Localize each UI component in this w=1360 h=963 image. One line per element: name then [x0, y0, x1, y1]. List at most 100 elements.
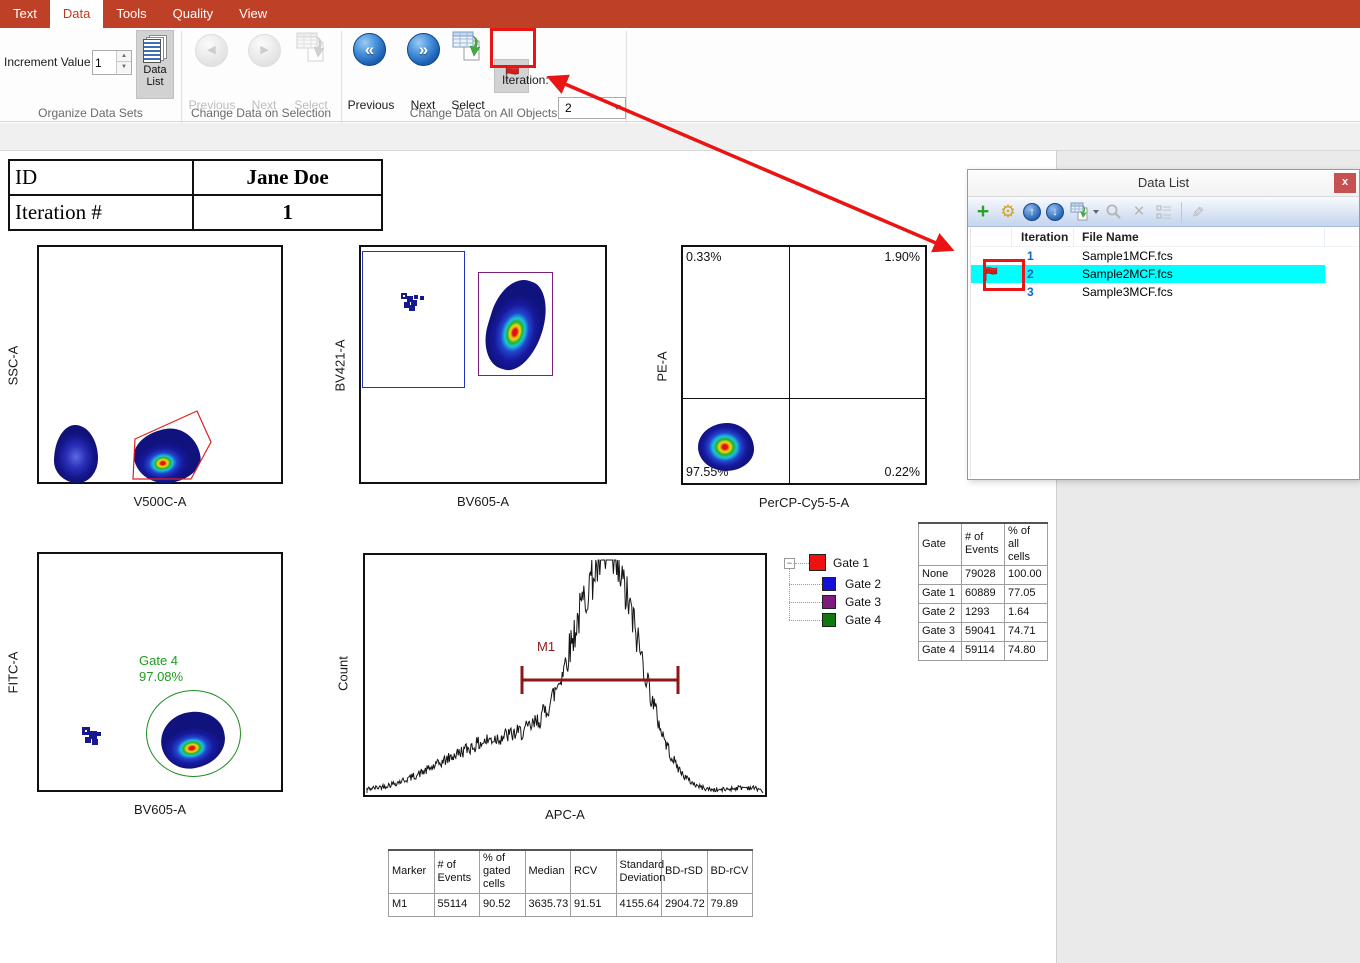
next-selection-button-disabled: ▶	[248, 34, 281, 67]
tab-quality[interactable]: Quality	[160, 0, 226, 28]
gate-statistics-table: Gate# of Events% of all cells None790281…	[918, 522, 1048, 661]
gate-legend-label: Gate 2	[845, 577, 881, 591]
tab-data[interactable]: Data	[50, 0, 103, 28]
previous-all-button[interactable]: «	[353, 33, 386, 66]
table-row: Gate 16088977.05	[919, 584, 1048, 603]
data-list-row[interactable]: 1Sample1MCF.fcs	[971, 247, 1359, 265]
previous-selection-button-disabled: ◀	[195, 34, 228, 67]
marker-statistics-table: Marker# of Events% of gated cellsMedianR…	[388, 849, 753, 917]
increment-value-label: Increment Value	[4, 55, 91, 69]
info-iteration-value: 1	[193, 195, 382, 230]
id-info-table: ID Jane Doe Iteration # 1	[8, 159, 383, 231]
data-list-window: Data List x + ⚙ ↑ ↓ ×	[967, 169, 1360, 480]
table-row: M15511490.523635.7391.514155.642904.7279…	[389, 893, 753, 916]
ribbon-canvas-gap	[0, 123, 1360, 151]
quadrant-divider-vertical[interactable]	[789, 247, 790, 483]
column-header: BD-rSD	[662, 850, 708, 893]
data-list-title: Data List	[968, 175, 1359, 190]
filename-column-header[interactable]: File Name	[1074, 228, 1325, 246]
plot-bv421-bv605[interactable]	[359, 245, 607, 484]
sparse-population-dots	[85, 730, 87, 732]
data-list-row[interactable]: 3Sample3MCF.fcs	[971, 283, 1359, 301]
column-header: # of Events	[962, 523, 1005, 565]
iteration-label: Iteration:	[502, 73, 549, 87]
group-label-organize: Organize Data Sets	[0, 106, 181, 120]
tab-tools[interactable]: Tools	[103, 0, 159, 28]
plot-pe-percp[interactable]: 0.33% 1.90% 97.55% 0.22%	[681, 245, 927, 485]
data-list-row[interactable]: 2Sample2MCF.fcs	[971, 265, 1359, 283]
add-icon[interactable]: +	[973, 202, 993, 222]
sparse-population-dots	[403, 295, 405, 297]
tree-line	[795, 563, 809, 564]
gate-color-swatch[interactable]	[822, 613, 836, 627]
column-header: # of Events	[434, 850, 480, 893]
table-cell: 100.00	[1005, 565, 1048, 584]
annotation-box-ribbon-flag	[490, 28, 536, 68]
data-list-header-row[interactable]: Iteration File Name	[971, 228, 1359, 247]
info-iteration-label: Iteration #	[9, 195, 193, 230]
quadrant-divider-horizontal[interactable]	[683, 398, 925, 399]
data-list-titlebar[interactable]: Data List x	[968, 170, 1359, 197]
spinner-down-icon[interactable]: ▼	[117, 62, 131, 73]
table-row: Gate 212931.64	[919, 603, 1048, 622]
ribbon-tab-bar: TextDataToolsQualityView	[0, 0, 1360, 28]
move-down-icon[interactable]: ↓	[1046, 203, 1064, 221]
chevron-down-icon[interactable]	[1093, 210, 1099, 214]
plot5-y-axis-label: Count	[336, 646, 351, 702]
spinner-up-icon[interactable]: ▲	[117, 51, 131, 62]
increment-value-input[interactable]	[95, 53, 115, 72]
filename-cell[interactable]: Sample2MCF.fcs	[1074, 265, 1325, 283]
plot1-x-axis-label: V500C-A	[37, 494, 283, 509]
gate-color-swatch[interactable]	[822, 577, 836, 591]
plot3-x-axis-label: PerCP-Cy5-5-A	[681, 495, 927, 510]
next-all-button[interactable]: »	[407, 33, 440, 66]
table-cell: 60889	[962, 584, 1005, 603]
plot-histogram-apc[interactable]: M1	[363, 553, 767, 797]
table-cell: 74.71	[1005, 622, 1048, 641]
select-all-icon[interactable]	[452, 31, 482, 68]
toolbar-separator	[1181, 202, 1182, 222]
increment-value-spinner[interactable]: ▲ ▼	[92, 50, 132, 75]
edit-pencil-icon: ✎	[1187, 202, 1207, 222]
gate-color-swatch[interactable]	[822, 595, 836, 609]
gear-icon[interactable]: ⚙	[998, 202, 1018, 222]
iteration-column-header[interactable]: Iteration	[1012, 228, 1074, 246]
properties-icon	[1154, 202, 1174, 222]
gate-legend-label: Gate 1	[833, 556, 869, 570]
plot2-y-axis-label: BV421-A	[333, 331, 348, 401]
tab-text[interactable]: Text	[0, 0, 50, 28]
table-cell: 91.51	[571, 893, 617, 916]
filename-cell[interactable]: Sample1MCF.fcs	[1074, 247, 1325, 265]
export-icon[interactable]	[1069, 202, 1089, 222]
select-selection-icon-disabled	[296, 32, 326, 69]
flag-column-header[interactable]	[971, 228, 1012, 246]
gate-legend-label: Gate 3	[845, 595, 881, 609]
plot-ssc-v500c[interactable]	[37, 245, 283, 484]
application-window: TextDataToolsQualityView Increment Value…	[0, 0, 1360, 963]
column-header: % of all cells	[1005, 523, 1048, 565]
gate-color-swatch[interactable]	[809, 554, 826, 571]
gate4-percent: 97.08%	[139, 669, 183, 685]
table-cell: 74.80	[1005, 641, 1048, 660]
table-cell: 4155.64	[616, 893, 662, 916]
quadrant-percent-lower-right: 0.22%	[885, 465, 920, 479]
polygon-gate[interactable]	[39, 247, 281, 482]
column-header: Median	[525, 850, 571, 893]
info-id-label: ID	[9, 160, 193, 195]
plot-fitc-bv605[interactable]: Gate 4 97.08%	[37, 552, 283, 792]
plot3-y-axis-label: PE-A	[655, 342, 670, 392]
data-list-button[interactable]: Data List	[136, 30, 174, 99]
tree-collapse-icon[interactable]: −	[784, 558, 795, 569]
table-cell: 79.89	[707, 893, 753, 916]
move-up-icon[interactable]: ↑	[1023, 203, 1041, 221]
close-icon[interactable]: x	[1334, 173, 1356, 193]
m1-marker[interactable]	[522, 666, 678, 694]
column-header: % of gated cells	[480, 850, 526, 893]
table-cell: Gate 3	[919, 622, 962, 641]
group-label-all-objects: Change Data on All Objects	[341, 106, 626, 120]
rectangle-gate-blue[interactable]	[362, 251, 465, 388]
filename-cell[interactable]: Sample3MCF.fcs	[1074, 283, 1325, 301]
tree-line	[789, 584, 822, 585]
tab-view[interactable]: View	[226, 0, 280, 28]
table-cell: 1293	[962, 603, 1005, 622]
